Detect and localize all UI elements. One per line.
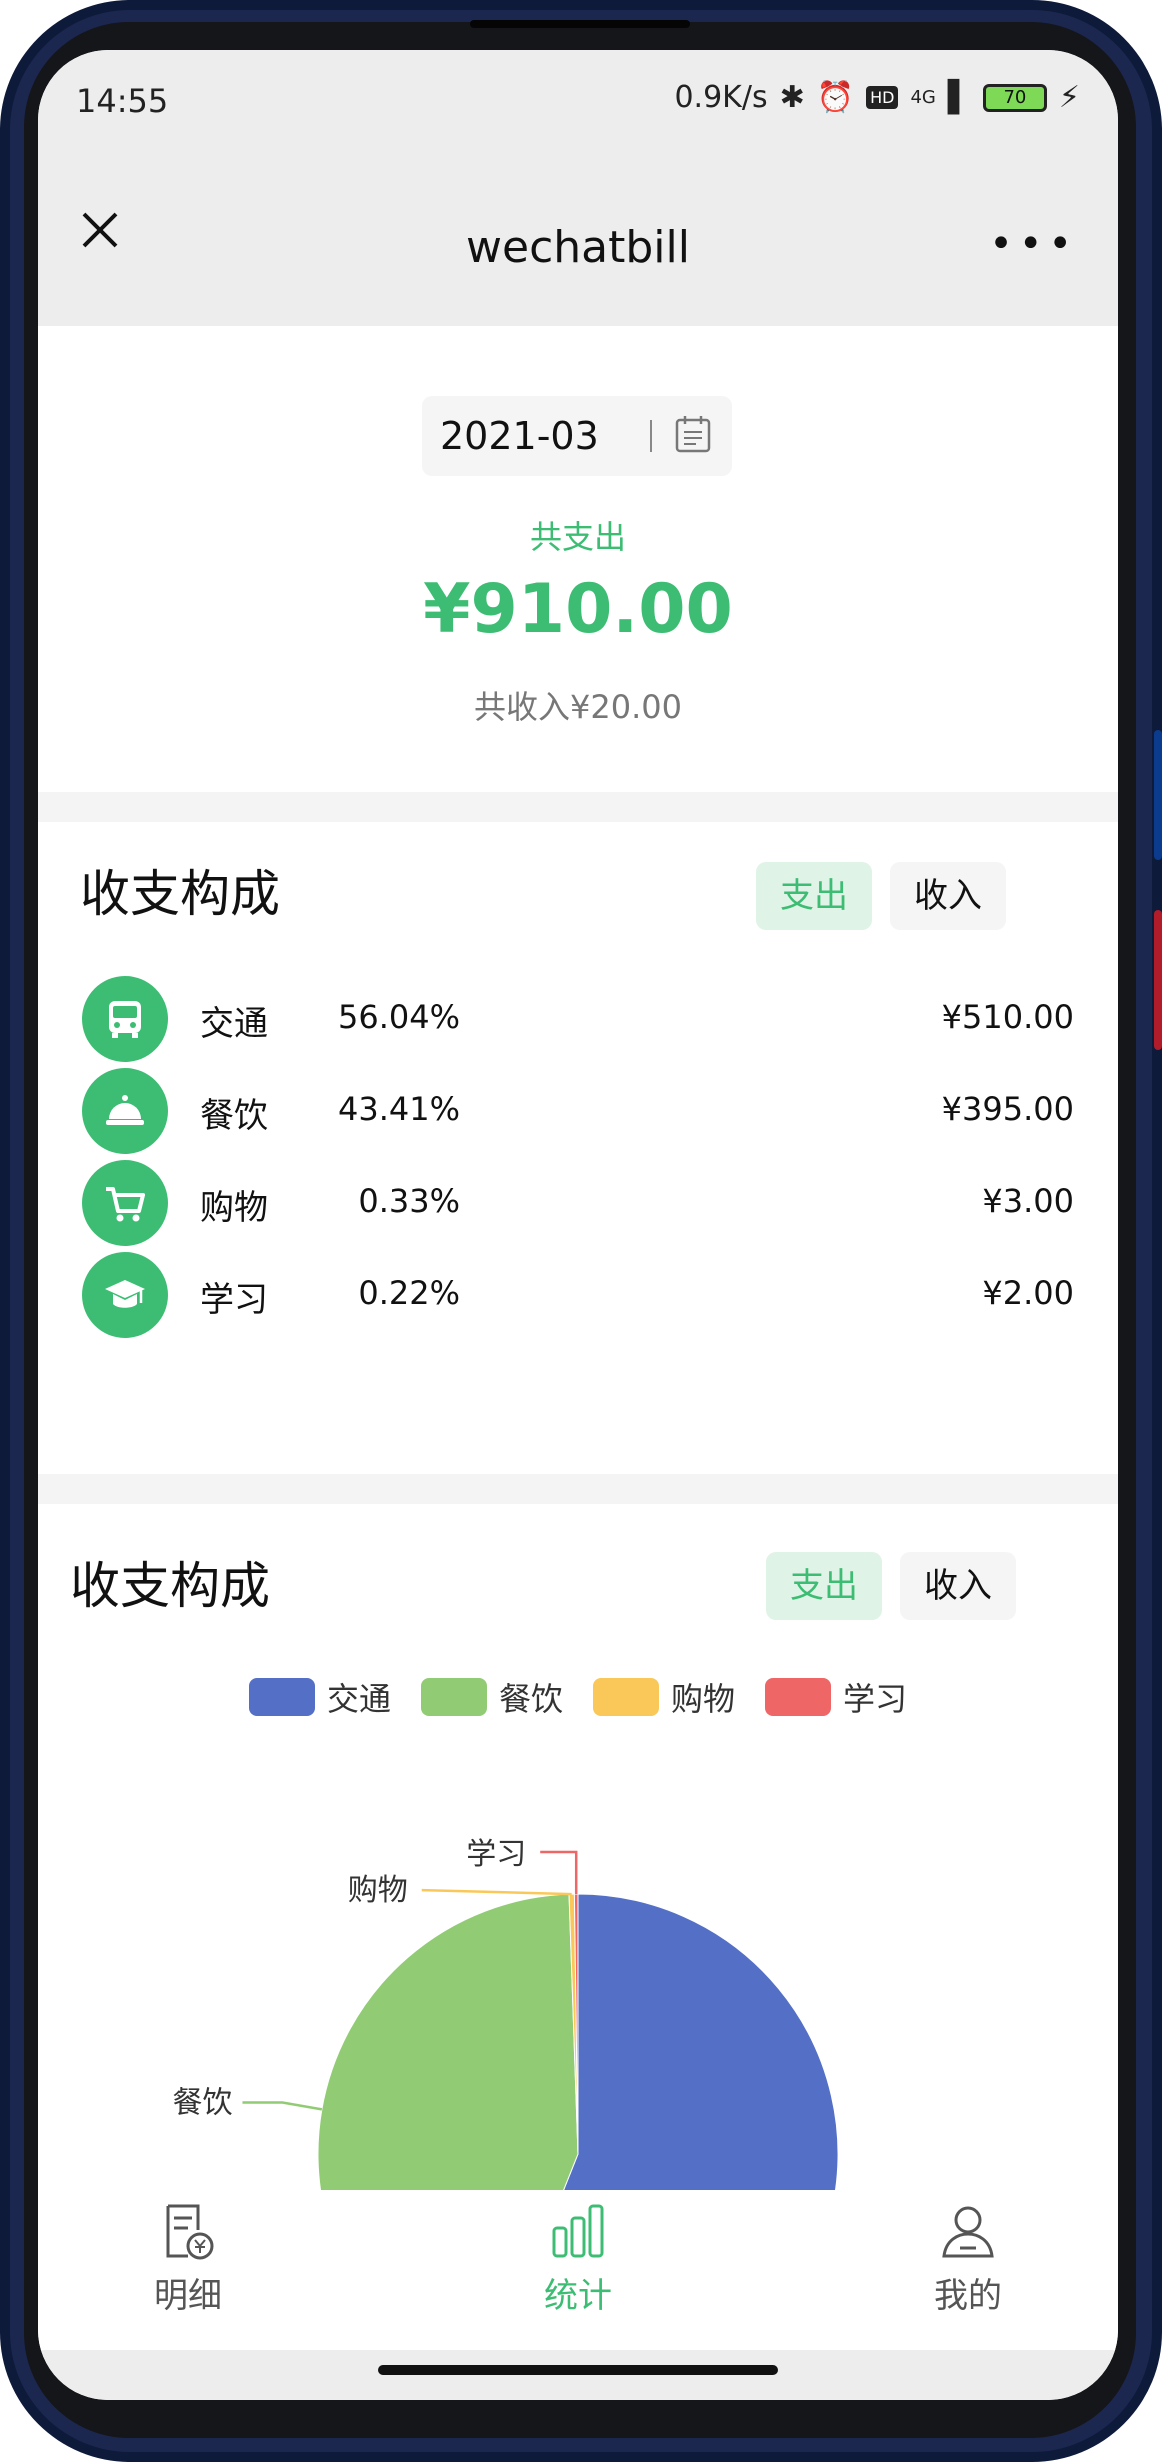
month-picker-divider [650, 420, 652, 452]
slice-label: 购物 [348, 1873, 408, 1908]
nav-detail-label: 明细 [154, 2276, 222, 2316]
volume-button [1154, 730, 1162, 860]
network-type: 4G [910, 87, 936, 108]
signal-icon: ▌ [947, 80, 971, 115]
charging-icon: ⚡ [1058, 80, 1080, 115]
category-amount: ¥510.00 [941, 998, 1074, 1036]
category-amount: ¥2.00 [982, 1274, 1074, 1312]
composition-chart-section: 收支构成 支出 收入 交通 餐饮 购物 学习 餐饮 购物 学习 [38, 1504, 1118, 2190]
home-indicator-area [38, 2350, 1118, 2400]
section-divider [38, 1474, 1118, 1504]
calendar-icon[interactable] [674, 414, 712, 454]
total-expense-amount: ¥910.00 [423, 570, 733, 649]
category-name: 学习 [200, 1280, 268, 1320]
month-picker[interactable]: 2021-03 [422, 396, 732, 476]
slice-label-line [421, 1888, 572, 1896]
month-value: 2021-03 [440, 414, 599, 458]
shopping-cart-icon [82, 1160, 168, 1246]
nav-statistics[interactable]: 统计 [508, 2202, 648, 2317]
status-bar: 14:55 0.9K/s ✱ ⏰ HD 4G ▌ 70 ⚡ [38, 50, 1118, 160]
network-speed: 0.9K/s [674, 80, 768, 115]
category-percent: 0.22% [358, 1274, 460, 1312]
food-cloche-icon [82, 1068, 168, 1154]
nav-mine-label: 我的 [934, 2276, 1002, 2316]
power-button [1154, 910, 1162, 1050]
bottom-nav: 明细 统计 我的 [38, 2190, 1118, 2350]
category-row-shopping[interactable]: 购物 0.33% ¥3.00 [38, 1156, 1118, 1256]
bluetooth-icon: ✱ [779, 80, 805, 115]
home-indicator[interactable] [378, 2365, 778, 2375]
composition-title: 收支构成 [80, 865, 280, 923]
category-row-transport[interactable]: 交通 56.04% ¥510.00 [38, 972, 1118, 1072]
slice-label-line [242, 2101, 323, 2111]
more-options-icon[interactable]: ••• [989, 224, 1078, 264]
user-icon [942, 2206, 994, 2258]
slice-label: 餐饮 [172, 2085, 232, 2120]
nav-mine[interactable]: 我的 [898, 2202, 1038, 2317]
app-screen: 14:55 0.9K/s ✱ ⏰ HD 4G ▌ 70 ⚡ wechatbill… [38, 50, 1118, 2400]
pie-chart: 餐饮 购物 学习 [172, 1837, 839, 2190]
section-divider [38, 792, 1118, 822]
category-name: 购物 [200, 1188, 268, 1228]
phone-speaker [470, 20, 690, 28]
nav-statistics-label: 统计 [544, 2276, 612, 2316]
category-percent: 0.33% [358, 1182, 460, 1220]
category-amount: ¥395.00 [941, 1090, 1074, 1128]
alarm-icon: ⏰ [816, 80, 855, 115]
hd-icon: HD [866, 86, 899, 109]
app-title: wechatbill [466, 222, 690, 273]
battery-icon: 70 [982, 83, 1047, 112]
composition-list-section: 收支构成 支出 收入 交通 56.04% ¥510.00 餐饮 43.41% ¥… [38, 822, 1118, 1474]
nav-detail[interactable]: 明细 [118, 2202, 258, 2317]
category-name: 交通 [200, 1004, 268, 1044]
category-amount: ¥3.00 [982, 1182, 1074, 1220]
pie-slice[interactable] [317, 1893, 579, 2190]
bill-detail-icon [166, 2204, 214, 2260]
total-expense-label: 共支出 [529, 518, 626, 556]
category-percent: 43.41% [337, 1090, 460, 1128]
category-row-study[interactable]: 学习 0.22% ¥2.00 [38, 1248, 1118, 1348]
status-time: 14:55 [76, 82, 169, 120]
tab-income[interactable]: 收入 [890, 862, 1006, 930]
total-income-summary: 共收入¥20.00 [474, 688, 682, 726]
status-indicators: 0.9K/s ✱ ⏰ HD 4G ▌ 70 ⚡ [674, 80, 1080, 115]
slice-label: 学习 [466, 1837, 526, 1872]
category-row-dining[interactable]: 餐饮 43.41% ¥395.00 [38, 1064, 1118, 1164]
category-percent: 56.04% [337, 998, 460, 1036]
category-name: 餐饮 [200, 1096, 268, 1136]
tab-expense[interactable]: 支出 [756, 862, 872, 930]
monthly-summary: 2021-03 共支出 ¥910.00 共收入¥20.00 [38, 326, 1118, 792]
graduation-cap-icon [82, 1252, 168, 1338]
title-bar: wechatbill ••• [38, 160, 1118, 326]
bus-icon [82, 976, 168, 1062]
bar-chart-icon [552, 2204, 604, 2258]
slice-label-line [540, 1850, 578, 1895]
